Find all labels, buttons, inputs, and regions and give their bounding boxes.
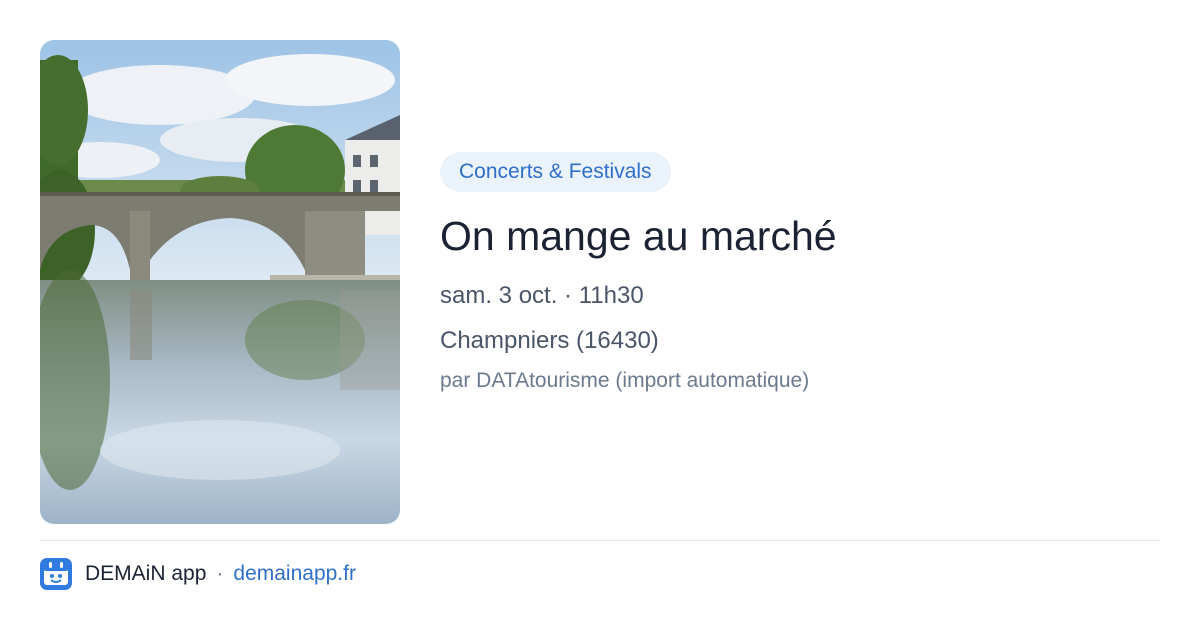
footer-separator: · (216, 562, 224, 585)
event-photo-illustration (40, 40, 400, 524)
site-link[interactable]: demainapp.fr (233, 562, 356, 586)
demain-app-logo-icon (40, 558, 72, 590)
event-info: Concerts & Festivals On mange au marché … (440, 152, 1160, 396)
footer: DEMAiN app · demainapp.fr (40, 558, 356, 590)
event-photo (40, 40, 400, 524)
category-badge[interactable]: Concerts & Festivals (440, 152, 671, 192)
event-title: On mange au marché (440, 213, 837, 259)
event-datetime: sam. 3 oct. · 11h30 (440, 282, 644, 309)
event-location: Champniers (16430) (440, 327, 659, 354)
footer-divider (40, 540, 1160, 541)
event-source: par DATAtourisme (import automatique) (440, 369, 810, 392)
app-name: DEMAiN app (85, 562, 207, 585)
